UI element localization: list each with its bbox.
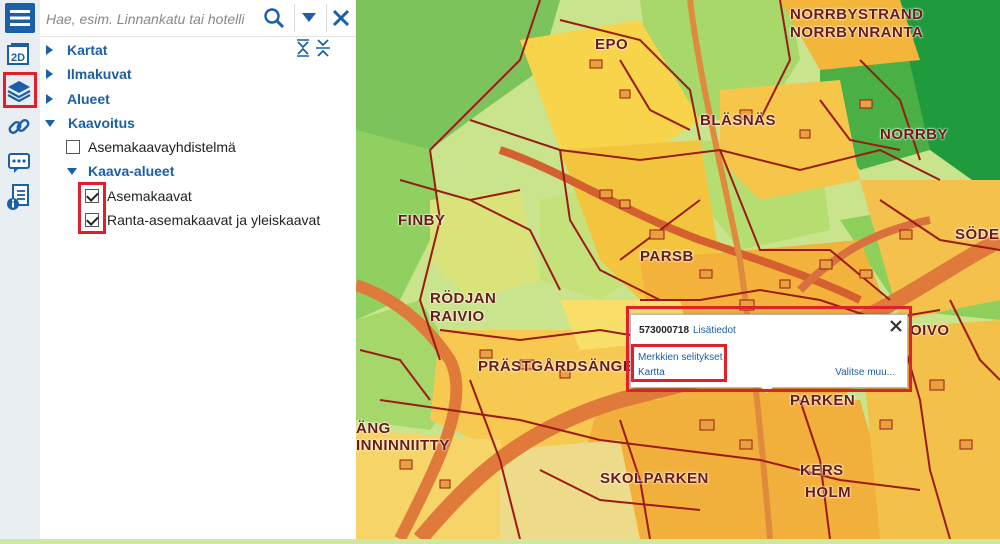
map-label: PRÄSTGÅRDSÄNGEN [478,358,645,375]
search-icon [264,8,285,29]
layer-label: Asemakaavayhdistelmä [88,139,236,155]
expand-collapse-button[interactable] [296,38,336,58]
tree-node-label: Kartat [67,42,108,58]
link-button[interactable] [4,112,34,142]
collapse-arrow-icon [45,119,55,127]
expand-arrow-icon [46,69,53,79]
layer-label: Ranta-asemakaavat ja yleiskaavat [107,212,321,228]
map-label: RÖDJAN [430,290,497,307]
feature-id: 573000718 [639,325,690,336]
layer-asemakaavayhdistelma[interactable]: Asemakaavayhdistelmä [66,136,236,158]
search-button[interactable] [260,4,288,32]
left-toolbar: 2D [0,0,41,539]
map-label: RAIVIO [430,308,485,325]
expand-collapse-icon [297,39,330,57]
layer-asemakaavat[interactable]: Asemakaavat [85,185,192,207]
map-label: PARKEN [790,392,856,409]
tree-node-label: Alueet [67,91,110,107]
map-label: INNINNIITTY [356,437,450,454]
search-input[interactable] [44,6,260,32]
close-panel-button[interactable] [326,4,355,32]
close-icon [332,9,350,27]
tree-node-kaavoitus[interactable]: Kaavoitus [45,112,135,134]
map-label: NORRBYSTRAND [790,6,924,23]
map-label: SKOLPARKEN [600,470,709,487]
map-link[interactable]: Kartta [638,367,665,378]
tree-node-label: Kaava-alueet [88,163,175,179]
info-button[interactable] [4,182,34,212]
menu-button[interactable] [5,3,35,33]
map-label: OIVO [910,322,950,339]
expand-arrow-icon [46,94,53,104]
layers-icon [7,81,31,102]
layers-button[interactable] [3,74,35,106]
search-bar [40,0,356,37]
map-label: NORRBY [880,126,949,143]
map-label: KERS [800,462,844,479]
popup-pointer [759,385,775,393]
collapse-arrow-icon [67,167,77,175]
chevron-down-icon [302,13,316,22]
link-icon [8,119,30,134]
view-2d-label: 2D [11,52,25,64]
layer-label: Asemakaavat [107,188,192,204]
feedback-button[interactable] [4,148,34,178]
hamburger-menu-icon [10,10,30,26]
map-label: SÖDER [955,226,1000,243]
select-other-link[interactable]: Valitse muu... [835,367,895,378]
layer-ranta-asemakaavat[interactable]: Ranta-asemakaavat ja yleiskaavat [85,209,320,231]
map-label: BLÄSNÄS [700,112,777,129]
map-label: PARSB [640,248,694,265]
map-label: FINBY [398,212,446,229]
map-label: ÄNG [356,420,391,437]
layer-checkbox[interactable] [85,213,99,227]
more-info-link[interactable]: Lisätiedot [693,325,736,336]
layer-checkbox[interactable] [85,189,99,203]
tree-node-kartat[interactable]: Kartat [46,39,107,61]
info-document-icon [7,184,29,210]
view-2d-icon: 2D [7,43,29,65]
tree-node-alueet[interactable]: Alueet [46,88,110,110]
tree-node-label: Ilmakuvat [67,66,132,82]
layer-checkbox[interactable] [66,140,80,154]
feature-info-popup: 573000718 Lisätiedot Merkkien selitykset… [630,314,908,388]
map-label: EPO [595,36,629,53]
layer-panel: Kartat Ilmakuvat Alueet Kaavoitus Asemak… [40,0,356,539]
expand-arrow-icon [46,45,53,55]
tree-node-label: Kaavoitus [68,115,135,131]
chat-icon [8,153,30,173]
close-icon[interactable] [889,319,903,333]
view-2d-button[interactable]: 2D [4,40,34,70]
map-label: HOLM [805,484,852,501]
tree-node-kaava-alueet[interactable]: Kaava-alueet [67,160,174,182]
map-label: NORRBYNRANTA [790,24,924,41]
search-options-button[interactable] [294,4,323,32]
tree-node-ilmakuvat[interactable]: Ilmakuvat [46,63,132,85]
legend-link[interactable]: Merkkien selitykset [638,352,722,363]
